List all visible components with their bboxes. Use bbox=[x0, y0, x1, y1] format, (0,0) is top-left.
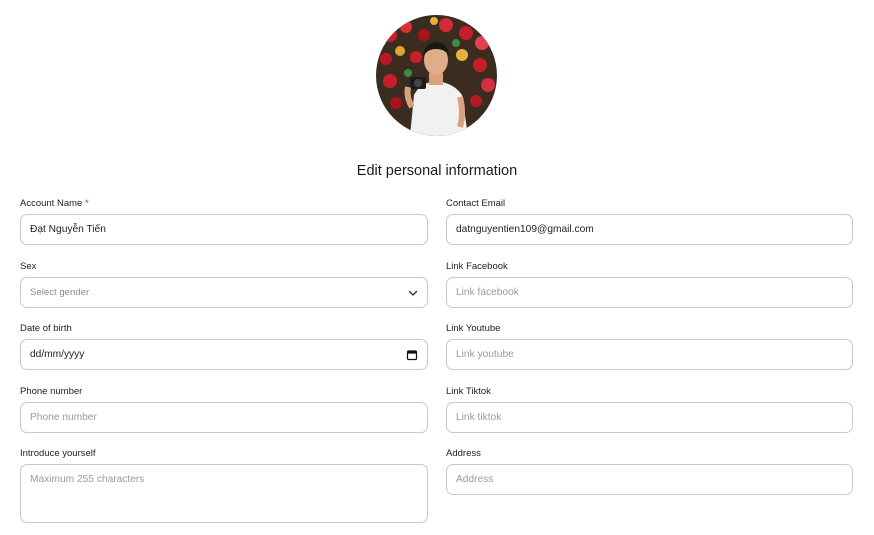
phone-number-label: Phone number bbox=[20, 386, 83, 397]
page-title: Edit personal information bbox=[356, 163, 518, 179]
link-facebook-placeholder: Link facebook bbox=[456, 287, 519, 298]
date-of-birth-label: Date of birth bbox=[20, 323, 72, 334]
gender-select-placeholder: Select gender bbox=[30, 287, 90, 298]
introduce-label: Introduce yourself bbox=[20, 448, 96, 459]
account-name-label: Account Name * bbox=[20, 198, 89, 209]
calendar-icon[interactable] bbox=[406, 349, 418, 361]
required-mark: * bbox=[84, 198, 89, 209]
link-youtube-placeholder: Link youtube bbox=[456, 349, 514, 360]
sex-label: Sex bbox=[20, 261, 37, 272]
date-of-birth-value: dd/mm/yyyy bbox=[30, 349, 85, 360]
account-name-value: Đạt Nguyễn Tiến bbox=[30, 224, 106, 235]
link-youtube-field[interactable]: Link youtube bbox=[446, 339, 853, 370]
introduce-textarea[interactable]: Maximum 255 characters bbox=[20, 464, 428, 523]
contact-email-field[interactable]: datnguyentien109@gmail.com bbox=[446, 214, 853, 245]
profile-avatar[interactable] bbox=[376, 15, 497, 136]
link-tiktok-field[interactable]: Link tiktok bbox=[446, 402, 853, 433]
link-facebook-field[interactable]: Link facebook bbox=[446, 277, 853, 308]
gender-select[interactable]: Select gender bbox=[20, 277, 428, 308]
contact-email-value: datnguyentien109@gmail.com bbox=[456, 224, 594, 235]
address-placeholder: Address bbox=[456, 474, 494, 485]
date-of-birth-field[interactable]: dd/mm/yyyy bbox=[20, 339, 428, 370]
phone-number-placeholder: Phone number bbox=[30, 412, 97, 423]
address-label: Address bbox=[446, 448, 481, 459]
phone-number-field[interactable]: Phone number bbox=[20, 402, 428, 433]
chevron-down-icon bbox=[408, 290, 418, 296]
address-field[interactable]: Address bbox=[446, 464, 853, 495]
introduce-placeholder: Maximum 255 characters bbox=[30, 474, 145, 485]
contact-email-label: Contact Email bbox=[446, 198, 506, 209]
account-name-field[interactable]: Đạt Nguyễn Tiến bbox=[20, 214, 428, 245]
link-youtube-label: Link Youtube bbox=[446, 323, 501, 334]
link-facebook-label: Link Facebook bbox=[446, 261, 508, 272]
link-tiktok-placeholder: Link tiktok bbox=[456, 412, 502, 423]
account-name-label-text: Account Name bbox=[20, 198, 83, 209]
link-tiktok-label: Link Tiktok bbox=[446, 386, 491, 397]
